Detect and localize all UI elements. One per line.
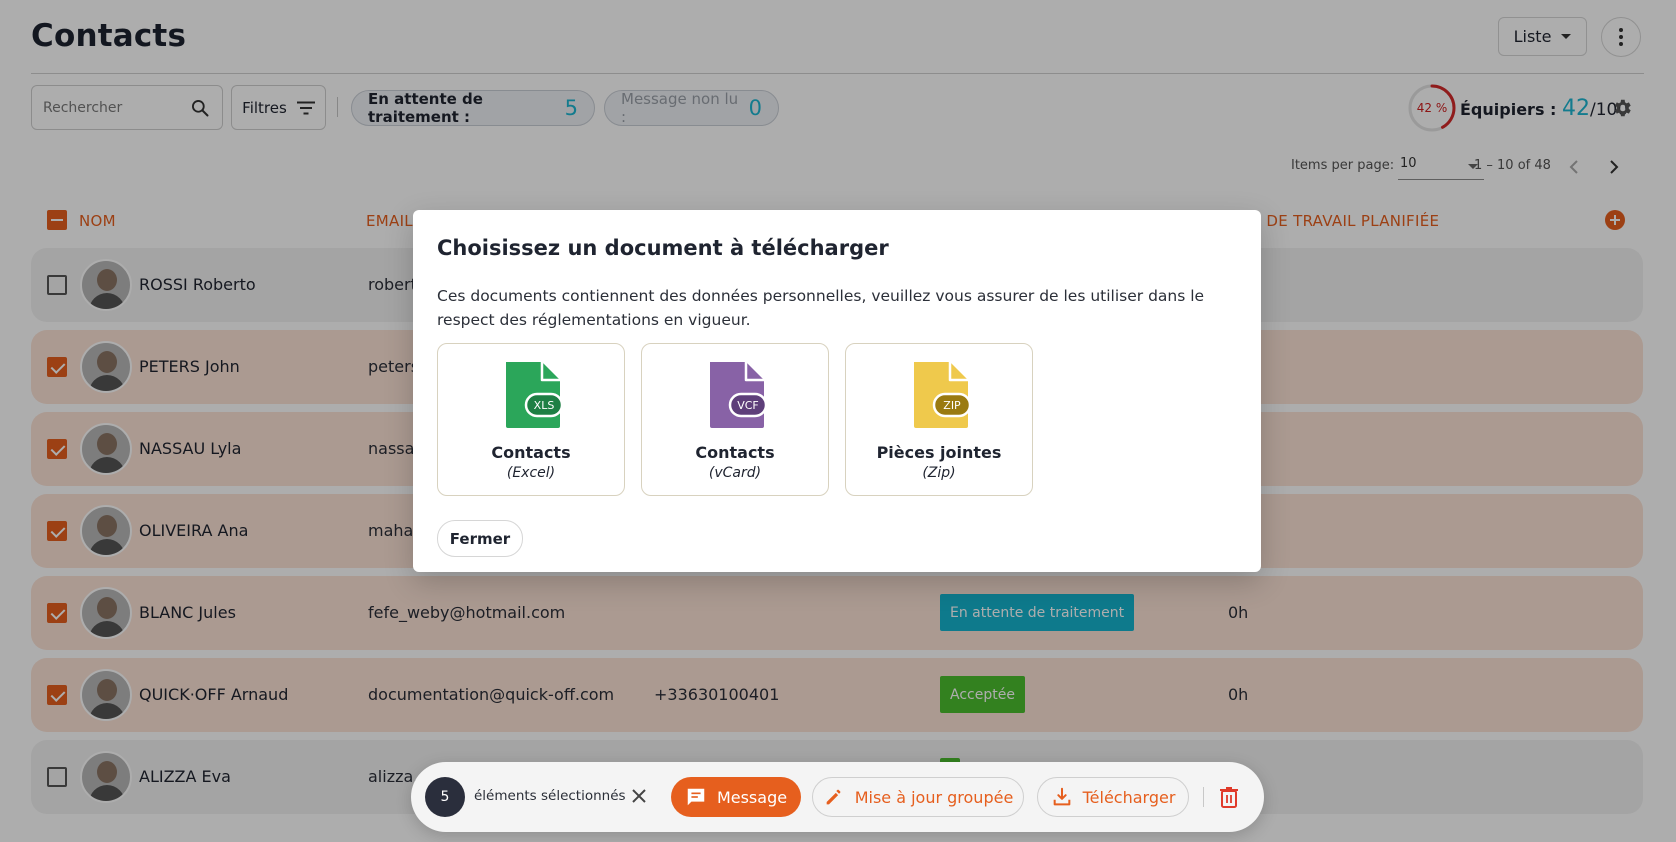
- contacts-page: Contacts Liste Filtres En attente de tra…: [0, 0, 1676, 842]
- download-button[interactable]: Télécharger: [1037, 777, 1189, 817]
- action-bar-divider: [1203, 787, 1204, 807]
- svg-text:ZIP: ZIP: [943, 399, 961, 412]
- document-title: Pièces jointes: [876, 443, 1002, 462]
- svg-text:VCF: VCF: [737, 399, 759, 412]
- document-option-zip[interactable]: ZIP Pièces jointes (Zip): [845, 343, 1033, 496]
- bulk-update-label: Mise à jour groupée: [854, 787, 1014, 807]
- file-xls-icon: XLS: [506, 362, 562, 428]
- close-icon[interactable]: [630, 787, 648, 805]
- trash-icon[interactable]: [1219, 786, 1239, 808]
- document-subtitle: (Excel): [506, 465, 556, 481]
- download-label: Télécharger: [1082, 787, 1176, 807]
- download-dialog: Choisissez un document à télécharger Ces…: [413, 210, 1261, 572]
- document-title: Contacts: [491, 443, 571, 462]
- document-title: Contacts: [695, 443, 775, 462]
- document-option-xls[interactable]: XLS Contacts (Excel): [437, 343, 625, 496]
- pencil-icon: [826, 789, 841, 805]
- document-subtitle: (Zip): [922, 465, 956, 481]
- bulk-update-button[interactable]: Mise à jour groupée: [812, 777, 1024, 817]
- selected-label: éléments sélectionnés: [474, 788, 626, 804]
- selected-count-badge: 5: [425, 777, 465, 817]
- dialog-description: Ces documents contiennent des données pe…: [437, 287, 1205, 329]
- file-zip-icon: ZIP: [914, 362, 970, 428]
- document-subtitle: (vCard): [708, 465, 762, 481]
- download-icon: [1053, 787, 1070, 806]
- message-label: Message: [716, 787, 788, 807]
- close-button[interactable]: Fermer: [437, 520, 523, 557]
- selection-action-bar: 5 éléments sélectionnés Message Mise à j…: [411, 762, 1264, 832]
- chat-icon: [687, 788, 705, 806]
- document-option-vcf[interactable]: VCF Contacts (vCard): [641, 343, 829, 496]
- message-button[interactable]: Message: [671, 777, 801, 817]
- svg-text:XLS: XLS: [534, 399, 555, 412]
- file-vcf-icon: VCF: [710, 362, 766, 428]
- dialog-title: Choisissez un document à télécharger: [437, 236, 889, 260]
